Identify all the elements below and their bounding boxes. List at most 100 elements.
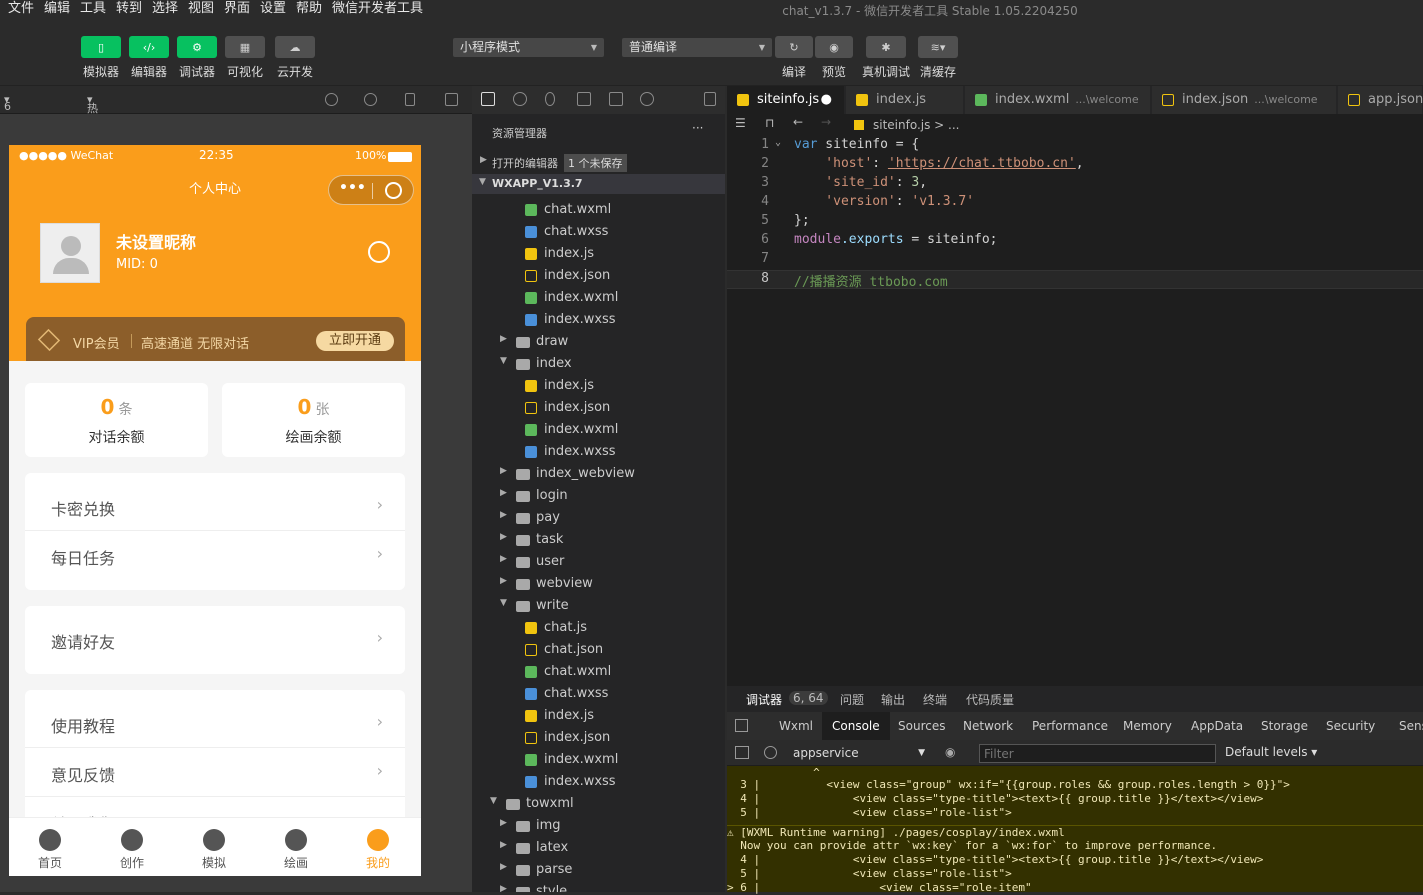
tab-problems[interactable]: 问题 <box>840 691 864 708</box>
visual-button[interactable]: ▦ <box>225 36 265 58</box>
file-item[interactable]: chat.wxss <box>472 683 725 705</box>
menu-view[interactable]: 视图 <box>188 0 214 17</box>
tab-appdata[interactable]: AppData <box>1181 712 1253 740</box>
list-icon[interactable]: ☰ <box>735 116 746 130</box>
stop-icon[interactable] <box>364 93 377 106</box>
refresh-icon[interactable] <box>325 93 338 106</box>
draw-balance-card[interactable]: 0张 绘画余额 <box>222 383 405 457</box>
tab-code-quality[interactable]: 代码质量 <box>966 691 1014 708</box>
git-icon[interactable] <box>545 92 555 106</box>
clear-cache-button[interactable]: ≋▾ <box>918 36 958 58</box>
nickname[interactable]: 未设置昵称 <box>116 229 196 253</box>
storage-icon[interactable] <box>609 92 623 106</box>
tab-network[interactable]: Network <box>953 712 1023 740</box>
chevron-right-icon[interactable]: ▶ <box>500 466 507 476</box>
avatar[interactable] <box>40 223 100 283</box>
folder-item[interactable]: ▶ task <box>472 529 725 551</box>
tab-siteinfo-js[interactable]: siteinfo.js ● <box>727 86 845 114</box>
folder-item[interactable]: ▶ img <box>472 815 725 837</box>
folder-item[interactable]: ▶ parse <box>472 859 725 881</box>
card-redeem-row[interactable]: 卡密兑换 › <box>25 483 405 531</box>
tab-debugger[interactable]: 调试器 <box>746 691 782 708</box>
files-icon[interactable] <box>481 92 495 106</box>
tab-create[interactable]: 创作 <box>91 818 173 876</box>
tab-draw[interactable]: 绘画 <box>255 818 337 876</box>
feedback-row[interactable]: 意见反馈 › <box>25 749 405 797</box>
back-arrow-icon[interactable]: ← <box>793 115 803 129</box>
folder-item[interactable]: ▶ draw <box>472 331 725 353</box>
clear-console-icon[interactable] <box>764 746 777 759</box>
menu-select[interactable]: 选择 <box>152 0 178 17</box>
tab-terminal[interactable]: 终端 <box>923 691 947 708</box>
remote-debug-button[interactable]: ✱ <box>866 36 906 58</box>
hot-reload-toggle[interactable]: 热重载 开 ▾ <box>87 93 98 163</box>
folder-item[interactable]: ▶ style <box>472 881 725 892</box>
tab-index-wxml[interactable]: index.wxml ...\welcome <box>965 86 1151 114</box>
file-item[interactable]: index.json <box>472 397 725 419</box>
tab-memory[interactable]: Memory <box>1113 712 1182 740</box>
tab-index-json[interactable]: index.json ...\welcome <box>1152 86 1337 114</box>
chevron-right-icon[interactable]: ▶ <box>500 554 507 564</box>
tab-simulate[interactable]: 模拟 <box>173 818 255 876</box>
chevron-right-icon[interactable]: ▶ <box>500 510 507 520</box>
vip-banner[interactable]: VIP会员 高速通道 无限对话 立即开通 <box>26 317 405 363</box>
folder-item[interactable]: ▼ write <box>472 595 725 617</box>
more-icon[interactable]: ··· <box>692 121 703 135</box>
file-item[interactable]: chat.json <box>472 639 725 661</box>
chevron-right-icon[interactable]: ▶ <box>500 488 507 498</box>
file-item[interactable]: chat.wxml <box>472 661 725 683</box>
folder-item[interactable]: ▶ latex <box>472 837 725 859</box>
forward-arrow-icon[interactable]: → <box>821 115 831 129</box>
chevron-right-icon[interactable]: ▶ <box>500 532 507 542</box>
console-warning[interactable]: ⚠ [WXML Runtime warning] ./pages/cosplay… <box>727 825 1423 839</box>
menu-file[interactable]: 文件 <box>8 0 34 17</box>
tab-mine[interactable]: 我的 <box>337 818 419 876</box>
folder-item[interactable]: ▶ pay <box>472 507 725 529</box>
folder-item[interactable]: ▶ index_webview <box>472 463 725 485</box>
file-item[interactable]: index.json <box>472 265 725 287</box>
menu-goto[interactable]: 转到 <box>116 0 142 17</box>
simulator-button[interactable]: ▯ <box>81 36 121 58</box>
compile-button[interactable]: ↻ <box>775 36 813 58</box>
folder-item[interactable]: ▶ webview <box>472 573 725 595</box>
chevron-right-icon[interactable]: ▶ <box>500 884 507 892</box>
menu-edit[interactable]: 编辑 <box>44 0 70 17</box>
search-icon[interactable] <box>513 92 527 106</box>
docker-icon[interactable] <box>640 92 654 106</box>
file-item[interactable]: index.wxml <box>472 419 725 441</box>
console-filter-input[interactable] <box>979 744 1216 763</box>
invite-row[interactable]: 邀请好友 › <box>25 616 405 664</box>
window-icon[interactable] <box>445 93 458 106</box>
debugger-button[interactable]: ⚙ <box>177 36 217 58</box>
log-levels-select[interactable]: Default levels ▾ <box>1225 745 1317 759</box>
tutorial-row[interactable]: 使用教程 › <box>25 700 405 748</box>
root-folder[interactable]: ▼ WXAPP_V1.3.7 <box>472 174 725 194</box>
editor-button[interactable]: ‹/› <box>129 36 169 58</box>
chevron-down-icon[interactable]: ▼ <box>500 356 507 366</box>
chevron-right-icon[interactable]: ▶ <box>500 862 507 872</box>
menu-settings[interactable]: 设置 <box>260 0 286 17</box>
sidebar-toggle-icon[interactable] <box>735 746 749 759</box>
file-item[interactable]: chat.wxss <box>472 221 725 243</box>
chevron-right-icon[interactable]: ▶ <box>500 576 507 586</box>
inspect-icon[interactable] <box>735 719 748 732</box>
menu-devtools[interactable]: 微信开发者工具 <box>332 0 423 17</box>
tab-home[interactable]: 首页 <box>9 818 91 876</box>
chevron-down-icon[interactable]: ▼ <box>500 598 507 608</box>
tab-index-js[interactable]: index.js <box>846 86 964 114</box>
tab-sources[interactable]: Sources <box>888 712 955 740</box>
cloud-button[interactable]: ☁ <box>275 36 315 58</box>
folder-item[interactable]: ▼ towxml <box>472 793 725 815</box>
file-item[interactable]: index.js <box>472 375 725 397</box>
tab-security[interactable]: Security <box>1316 712 1385 740</box>
file-item[interactable]: index.json <box>472 727 725 749</box>
more-icon[interactable]: ••• <box>339 180 366 196</box>
file-item[interactable]: index.wxss <box>472 771 725 793</box>
tab-performance[interactable]: Performance <box>1022 712 1118 740</box>
breadcrumb-path[interactable]: siteinfo.js > ... <box>873 118 960 132</box>
file-item[interactable]: index.wxss <box>472 441 725 463</box>
tab-wxml[interactable]: Wxml <box>769 712 823 740</box>
file-item[interactable]: index.js <box>472 243 725 265</box>
open-editors-section[interactable]: ▶ 打开的编辑器 1 个未保存 <box>472 152 725 172</box>
tab-app-json[interactable]: app.json <box>1338 86 1423 114</box>
